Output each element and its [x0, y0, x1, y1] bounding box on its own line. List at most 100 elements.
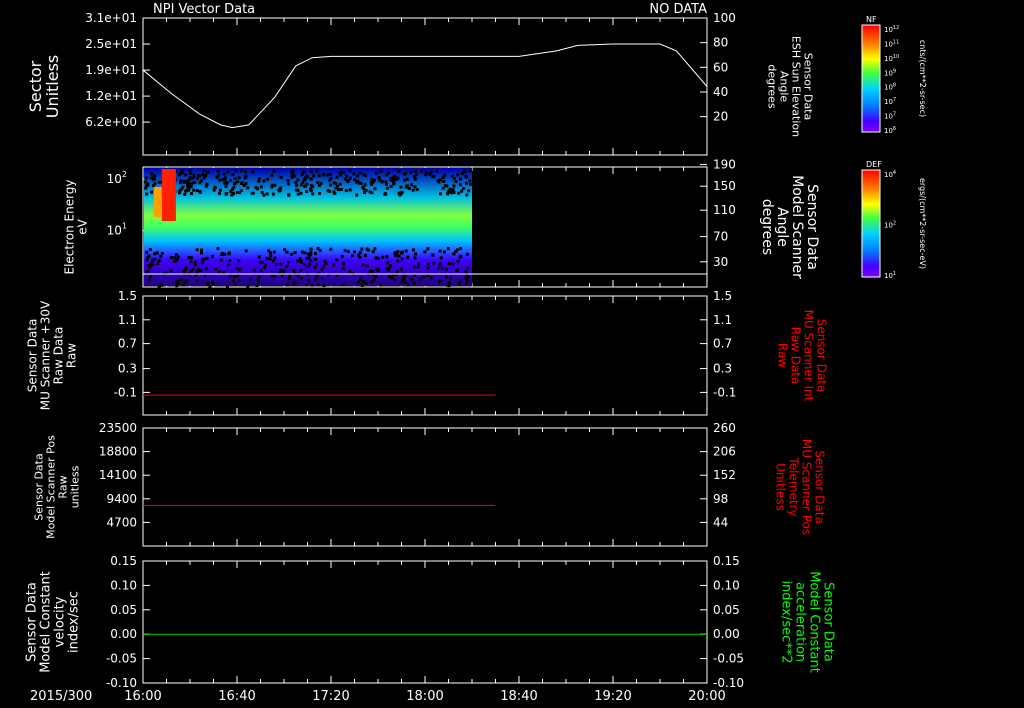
spectrogram-cell [288, 274, 292, 278]
spectrogram-cell [420, 169, 424, 173]
spectrogram-cell [339, 170, 343, 174]
spectrogram-cell [457, 191, 461, 195]
spectrogram-cell [149, 274, 153, 278]
spectrogram-cell [169, 256, 173, 260]
spectrogram-cell [184, 173, 188, 177]
spectrogram-cell [218, 188, 222, 192]
spectrogram-cell [295, 183, 299, 187]
spectrogram-cell [379, 283, 383, 287]
y-tick-label: 1.2e+01 [85, 89, 137, 103]
spectrogram-cell [311, 185, 315, 189]
y-tick-label: 190 [713, 158, 736, 172]
spectrogram-cell [399, 267, 403, 271]
spectrogram-cell [329, 176, 333, 180]
colorbar-tick-exponent: 4 [893, 170, 896, 176]
colorbar-units-text: cnts/(cm**2-sr-sec) [918, 40, 927, 117]
spectrogram-cell [343, 177, 347, 181]
colorbar-1 [861, 24, 881, 133]
spectrogram-cell [343, 248, 347, 252]
spectrogram-cell [329, 172, 333, 176]
panel-3-right-axis-label-line: MU Scanner Int [802, 310, 816, 402]
spectrogram-cell [148, 247, 152, 251]
spectrogram-cell [296, 192, 300, 196]
y-tick-label: 3.1e+01 [85, 11, 137, 25]
spectrogram-cell [286, 178, 290, 182]
spectrogram-cell [339, 173, 343, 177]
spectrogram-cell [303, 184, 307, 188]
colorbar-tick-exponent: 10 [893, 54, 899, 60]
spectrogram-cell [238, 267, 242, 271]
spectrogram-cell [429, 276, 433, 280]
y-tick-label: 18800 [99, 445, 137, 459]
y-tick-label: 0.7 [713, 337, 732, 351]
spectrogram-cell [363, 174, 367, 178]
spectrogram-cell [389, 185, 393, 189]
spectrogram-cell [153, 182, 157, 186]
spectrogram-cell [336, 188, 340, 192]
spectrogram-cell [217, 173, 221, 177]
spectrogram-cell [195, 248, 199, 252]
y-tick-label: 6.2e+00 [85, 115, 137, 129]
spectrogram-cell [152, 177, 156, 181]
spectrogram-cell [352, 172, 356, 176]
spectrogram-cell [265, 192, 269, 196]
spectrogram-cell [218, 192, 222, 196]
spectrogram-cell [216, 169, 220, 173]
spectrogram-cell [393, 251, 397, 255]
spectrogram-cell [230, 187, 234, 191]
panel-4-right-axis-label-line: Telemetry [787, 456, 801, 516]
spectrogram-cell [303, 178, 307, 182]
spectrogram-cell [149, 190, 153, 194]
spectrogram-cell [373, 187, 377, 191]
panel-1-left-axis-label: SectorUnitless [26, 55, 62, 119]
spectrogram-cell [195, 177, 199, 181]
spectrogram-cell [187, 182, 191, 186]
spectrogram-cell [458, 279, 462, 283]
spectrogram-cell [237, 259, 241, 263]
colorbar-tick-exponent: 2 [893, 221, 896, 227]
panel-3-left-axis-label-line: Raw [65, 343, 79, 368]
spectrogram-cell [335, 175, 339, 179]
spectrogram-cell [189, 192, 193, 196]
spectrogram-cell [234, 169, 238, 173]
spectrogram-cell [192, 173, 196, 177]
spectrogram-cell [449, 276, 453, 280]
spectrogram-cell [309, 170, 313, 174]
y-tick-label: 260 [713, 421, 736, 435]
y-tick-label: 2.5e+01 [85, 37, 137, 51]
spectrogram-cell [320, 277, 324, 281]
spectrogram-cell [341, 283, 345, 287]
spectrogram-cell [257, 177, 261, 181]
panel-3-right-axis-label-line: Raw Data [789, 327, 803, 385]
spectrogram-cell [273, 256, 277, 260]
spectrogram-cell [233, 177, 237, 181]
spectrogram-cell [358, 171, 362, 175]
spectrogram-cell [444, 268, 448, 272]
spectrogram-cell [234, 283, 238, 287]
colorbar-tick-exponent: 7 [893, 97, 896, 103]
spectrogram-cell [417, 262, 421, 266]
spectrogram-cell [439, 256, 443, 260]
spectrogram-cell [438, 262, 442, 266]
spectrogram-cell [467, 189, 471, 193]
spectrogram-cell [246, 284, 250, 288]
spectrogram-cell [322, 173, 326, 177]
spectrogram-cell [236, 180, 240, 184]
spectrogram-cell [393, 278, 397, 282]
spectrogram-cell [263, 266, 267, 270]
spectrogram-cell [406, 255, 410, 259]
spectrogram-cell [369, 182, 373, 186]
spectrogram-cell [268, 257, 272, 261]
time-tick-label: 16:40 [218, 689, 255, 704]
spectrogram-cell [282, 269, 286, 273]
y-tick-label: 9400 [106, 492, 137, 506]
spectrogram-cell [367, 248, 371, 252]
spectrogram-cell [426, 247, 430, 251]
panel-1-left-axis-label-line: Unitless [43, 55, 62, 119]
spectrogram-cell [224, 184, 228, 188]
spectrogram-cell [190, 181, 194, 185]
spectrogram-cell [316, 181, 320, 185]
spectrogram-cell [145, 258, 149, 262]
spectrogram-cell [318, 192, 322, 196]
y-tick-label: 1.5 [118, 289, 137, 303]
